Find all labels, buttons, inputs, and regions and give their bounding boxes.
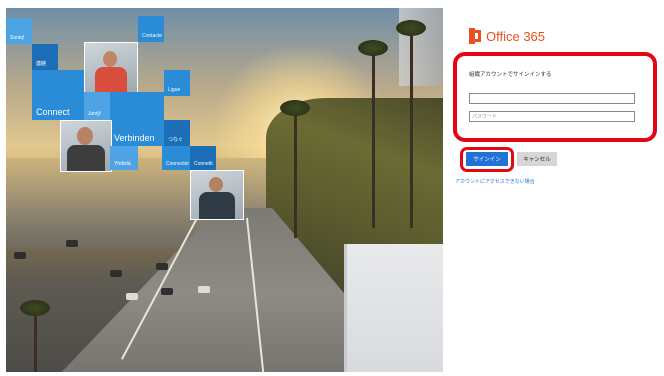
tile: Yhdistä: [110, 146, 138, 170]
photo-tile-man: [60, 120, 112, 172]
car: [14, 252, 26, 259]
office-logo-icon: [469, 28, 481, 44]
car: [110, 270, 122, 277]
tile: Contacte: [138, 16, 164, 42]
car: [66, 240, 78, 247]
brand-header: Office 365: [469, 28, 545, 44]
palm-tree: [294, 108, 297, 238]
brand-title: Office 365: [486, 28, 546, 44]
palm-leaves: [396, 20, 426, 36]
car: [126, 293, 138, 300]
tile-label: Contacte: [142, 33, 163, 39]
cancel-button[interactable]: キャンセル: [517, 152, 557, 166]
tile-verbinden: Verbinden: [110, 92, 164, 146]
tile: つなぐ: [164, 120, 190, 146]
palm-leaves: [280, 100, 310, 116]
palm-tree: [372, 48, 375, 228]
palm-tree: [34, 308, 37, 372]
palm-tree: [410, 28, 413, 228]
tile-label: 連絡: [36, 61, 47, 67]
tile-label: Juntý!: [88, 111, 102, 117]
tile-label: Connecter: [166, 161, 190, 167]
car: [161, 288, 173, 295]
signin-prompt: 組織アカウントでサインインする: [469, 72, 552, 78]
tile-label: Ligue: [168, 87, 181, 93]
car: [156, 263, 168, 270]
tile: Connecter: [162, 146, 190, 170]
signin-panel: Office 365 組織アカウントでサインインする サインイン キャンセル ア…: [443, 8, 664, 372]
tile: Ligue: [164, 70, 190, 96]
photo-tile-woman: [84, 42, 138, 94]
password-input[interactable]: [469, 111, 635, 122]
tile-label: Connetti: [194, 161, 213, 167]
tile: Connetti: [190, 146, 216, 170]
tile-connect: Connect: [32, 70, 84, 120]
background-photo: Suniq! Contacte 連絡 Ligue Connect Juntý! …: [6, 8, 443, 372]
tile: Juntý!: [84, 92, 110, 120]
tile-label: Connect: [36, 107, 70, 117]
tile: Suniq!: [6, 18, 32, 44]
signin-button[interactable]: サインイン: [466, 152, 508, 166]
tile-label: Verbinden: [114, 133, 155, 143]
tile: 連絡: [32, 44, 58, 70]
tile-label: つなぐ: [168, 137, 184, 143]
palm-leaves: [20, 300, 50, 316]
white-building: [344, 244, 443, 372]
tile-label: Suniq!: [10, 35, 25, 41]
palm-leaves: [358, 40, 388, 56]
username-input[interactable]: [469, 93, 635, 104]
cant-access-account-link[interactable]: アカウントにアクセスできない場合: [455, 178, 535, 185]
photo-tile-laptop-user: [190, 170, 244, 220]
tile-label: Yhdistä: [114, 161, 131, 167]
credentials-highlight-box: 組織アカウントでサインインする: [453, 52, 657, 142]
car: [198, 286, 210, 293]
